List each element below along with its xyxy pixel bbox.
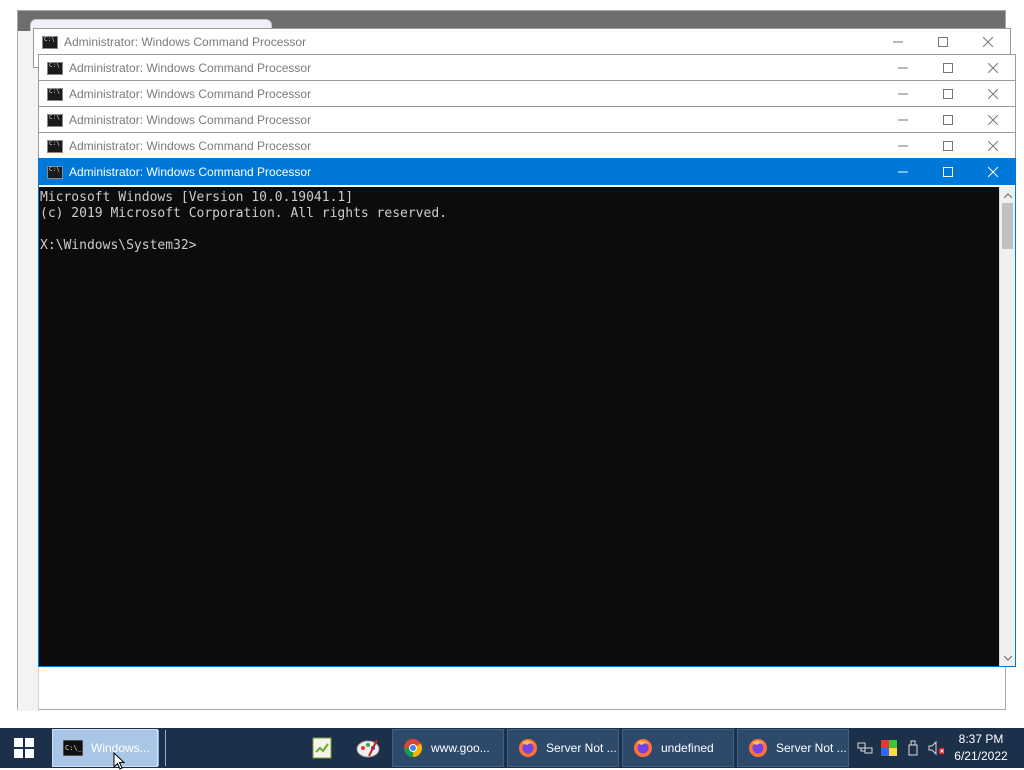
window-title: Administrator: Windows Command Processor (69, 139, 312, 153)
cmd-icon: C:\_ (63, 740, 83, 756)
console-prompt: X:\Windows\System32> (40, 238, 197, 253)
mouse-cursor-icon (113, 752, 125, 770)
cmd-icon (47, 165, 63, 179)
volume-muted-icon[interactable] (928, 740, 944, 756)
cmd-icon (42, 35, 58, 49)
firefox-icon (519, 739, 537, 757)
firefox-icon (634, 739, 652, 757)
cmd-window-4-titlebar[interactable]: Administrator: Windows Command Processor (39, 107, 1015, 133)
window-title: Administrator: Windows Command Processor (69, 61, 312, 75)
close-button[interactable] (970, 107, 1015, 133)
taskbar-button-firefox-3[interactable]: Server Not ... (737, 729, 849, 767)
minimize-button[interactable] (880, 81, 925, 107)
window-title: Administrator: Windows Command Processor (69, 165, 312, 179)
minimize-button[interactable] (880, 55, 925, 81)
background-window-left-strip (18, 31, 39, 711)
notepad-plus-icon[interactable] (308, 734, 336, 762)
taskbar-button-chrome[interactable]: www.goo... (392, 729, 504, 767)
clock-time: 8:37 PM (958, 732, 1004, 746)
vertical-scrollbar[interactable] (999, 187, 1015, 666)
cmd-window-2-titlebar[interactable]: Administrator: Windows Command Processor (39, 55, 1015, 81)
start-button[interactable] (0, 728, 48, 768)
scroll-thumb[interactable] (1002, 203, 1013, 249)
close-button[interactable] (965, 29, 1010, 55)
scroll-down-icon[interactable] (1000, 650, 1015, 666)
cmd-window-5-titlebar[interactable]: Administrator: Windows Command Processor (39, 133, 1015, 159)
firefox-icon (749, 739, 767, 757)
console-output[interactable]: Microsoft Windows [Version 10.0.19041.1]… (39, 187, 999, 666)
console-line: Microsoft Windows [Version 10.0.19041.1] (40, 190, 354, 205)
taskbar-button-firefox-2[interactable]: undefined (622, 729, 734, 767)
cmd-icon (47, 87, 63, 101)
windows-logo-icon (14, 738, 34, 758)
taskbar-button-label: www.goo... (431, 741, 490, 755)
cmd-window-3-titlebar[interactable]: Administrator: Windows Command Processor (39, 81, 1015, 107)
active-window-titlebar[interactable]: Administrator: Windows Command Processor (39, 159, 1015, 185)
console-line: (c) 2019 Microsoft Corporation. All righ… (40, 206, 447, 221)
taskbar-button-label: Server Not ... (776, 741, 847, 755)
close-button[interactable] (970, 81, 1015, 107)
minimize-button[interactable] (880, 133, 925, 159)
maximize-button[interactable] (925, 55, 970, 81)
minimize-button[interactable] (880, 159, 925, 185)
maximize-button[interactable] (925, 81, 970, 107)
minimize-button[interactable] (880, 107, 925, 133)
close-button[interactable] (970, 133, 1015, 159)
clock-date: 6/21/2022 (954, 749, 1008, 763)
taskbar-button-firefox-1[interactable]: Server Not ... (507, 729, 619, 767)
close-button[interactable] (970, 55, 1015, 81)
display-settings-icon[interactable] (881, 740, 897, 756)
taskbar-button-cmd[interactable]: C:\_ Windows... (52, 729, 158, 767)
scroll-up-icon[interactable] (1000, 187, 1015, 203)
usb-device-icon[interactable] (905, 740, 921, 756)
cmd-window-1-titlebar[interactable]: Administrator: Windows Command Processor (34, 29, 1010, 55)
taskbar-button-label: Server Not ... (546, 741, 617, 755)
cmd-icon (47, 113, 63, 127)
minimize-button[interactable] (875, 29, 920, 55)
network-icon[interactable] (857, 740, 873, 756)
maximize-button[interactable] (925, 133, 970, 159)
cmd-icon (47, 139, 63, 153)
window-title: Administrator: Windows Command Processor (64, 35, 307, 49)
maximize-button[interactable] (925, 107, 970, 133)
taskbar-button-label: undefined (661, 741, 714, 755)
svg-text:C:\_: C:\_ (65, 744, 83, 752)
cmd-window-active[interactable]: Administrator: Windows Command Processor… (38, 158, 1016, 667)
paint-icon[interactable] (354, 734, 382, 762)
maximize-button[interactable] (920, 29, 965, 55)
cmd-icon (47, 61, 63, 75)
system-clock[interactable]: 8:37 PM 6/21/2022 (948, 731, 1014, 765)
window-title: Administrator: Windows Command Processor (69, 113, 312, 127)
maximize-button[interactable] (925, 159, 970, 185)
close-button[interactable] (970, 159, 1015, 185)
chrome-icon (404, 739, 423, 757)
taskbar-stack-edge (158, 730, 166, 766)
taskbar: C:\_ Windows... www.goo... Server Not ..… (0, 728, 1024, 768)
window-title: Administrator: Windows Command Processor (69, 87, 312, 101)
